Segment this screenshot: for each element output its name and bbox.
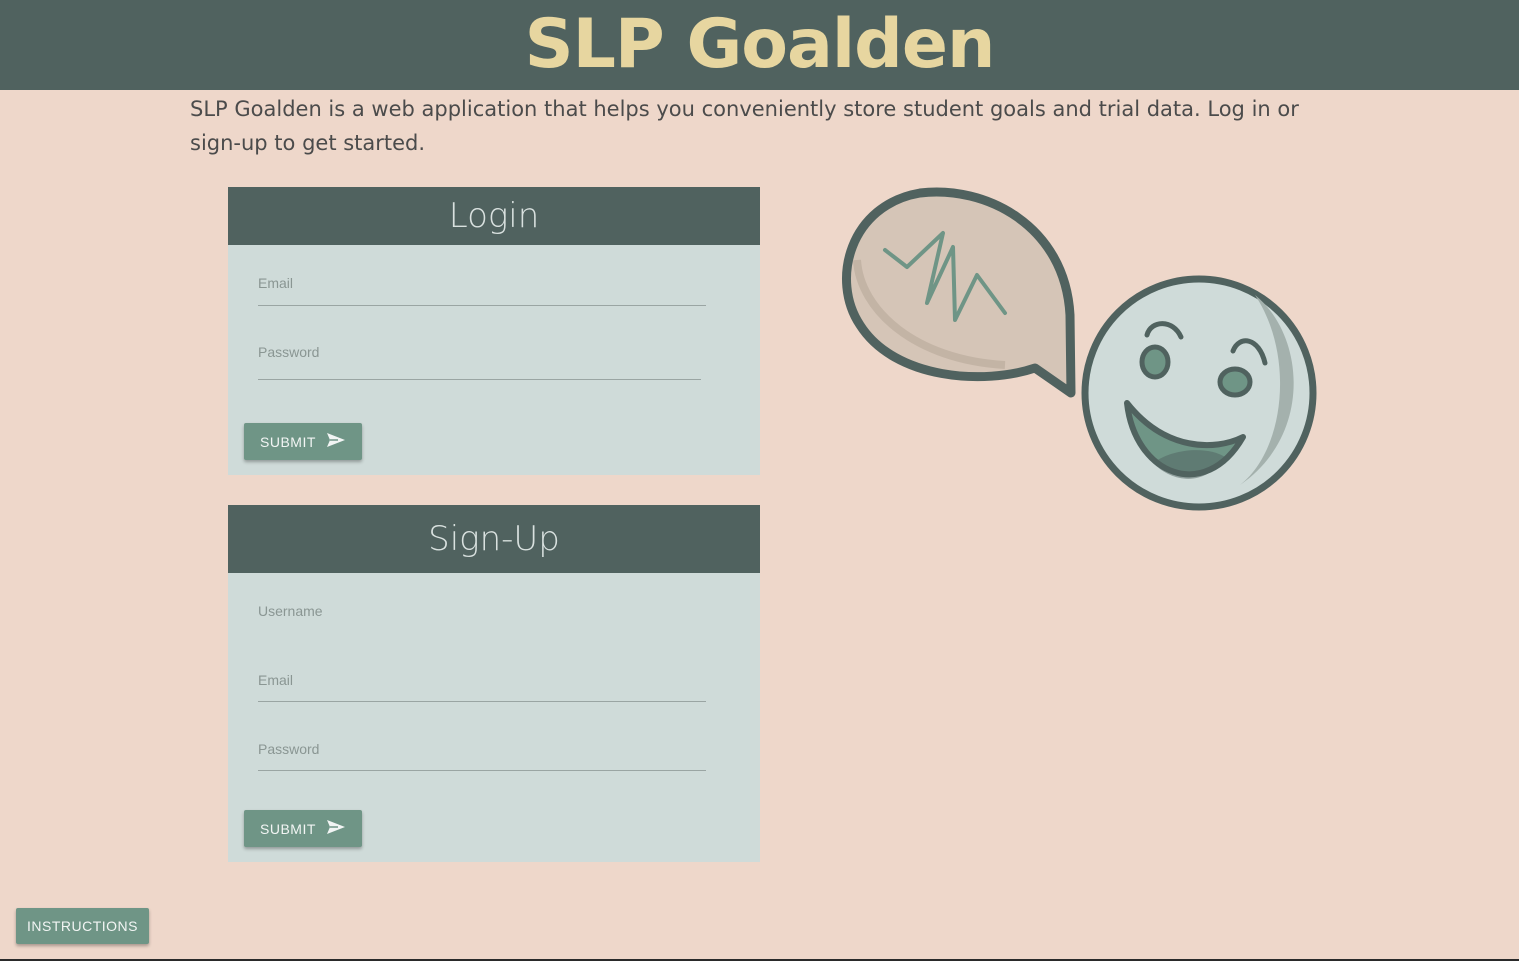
signup-submit-button[interactable]: SUBMIT: [244, 810, 362, 847]
login-password-field[interactable]: Password: [258, 344, 701, 380]
signup-password-underline: [258, 770, 706, 771]
signup-email-placeholder: Email: [258, 672, 294, 688]
instructions-button[interactable]: INSTRUCTIONS: [16, 908, 149, 944]
signup-submit-label: SUBMIT: [260, 820, 316, 837]
login-title: Login: [228, 187, 760, 245]
send-icon: [326, 432, 346, 451]
signup-email-field[interactable]: Email: [258, 672, 706, 702]
signup-password-field[interactable]: Password: [258, 741, 706, 771]
login-email-field[interactable]: Email: [258, 275, 706, 307]
smiley-face-icon: [1081, 275, 1317, 511]
login-password-underline: [258, 379, 701, 380]
smiley-speech-bubble-illustration: [835, 185, 1325, 515]
login-email-underline: [258, 305, 706, 306]
app-header: SLP Goalden: [0, 0, 1519, 90]
signup-title: Sign-Up: [228, 505, 760, 573]
login-submit-label: SUBMIT: [260, 433, 316, 450]
login-email-placeholder: Email: [258, 275, 294, 291]
speech-bubble-icon: [842, 187, 1076, 398]
intro-text: SLP Goalden is a web application that he…: [190, 97, 1299, 155]
login-submit-button[interactable]: SUBMIT: [244, 423, 362, 460]
signup-email-underline: [258, 701, 706, 702]
login-card: Login Email Password SUBMIT: [228, 187, 760, 475]
signup-username-field[interactable]: Username: [258, 603, 706, 631]
signup-card: Sign-Up Username Email Password SUBMIT: [228, 505, 760, 862]
app-title: SLP Goalden: [524, 5, 996, 84]
signup-username-placeholder: Username: [258, 603, 323, 619]
login-password-placeholder: Password: [258, 344, 320, 360]
send-icon: [326, 819, 346, 838]
signup-password-placeholder: Password: [258, 741, 320, 757]
